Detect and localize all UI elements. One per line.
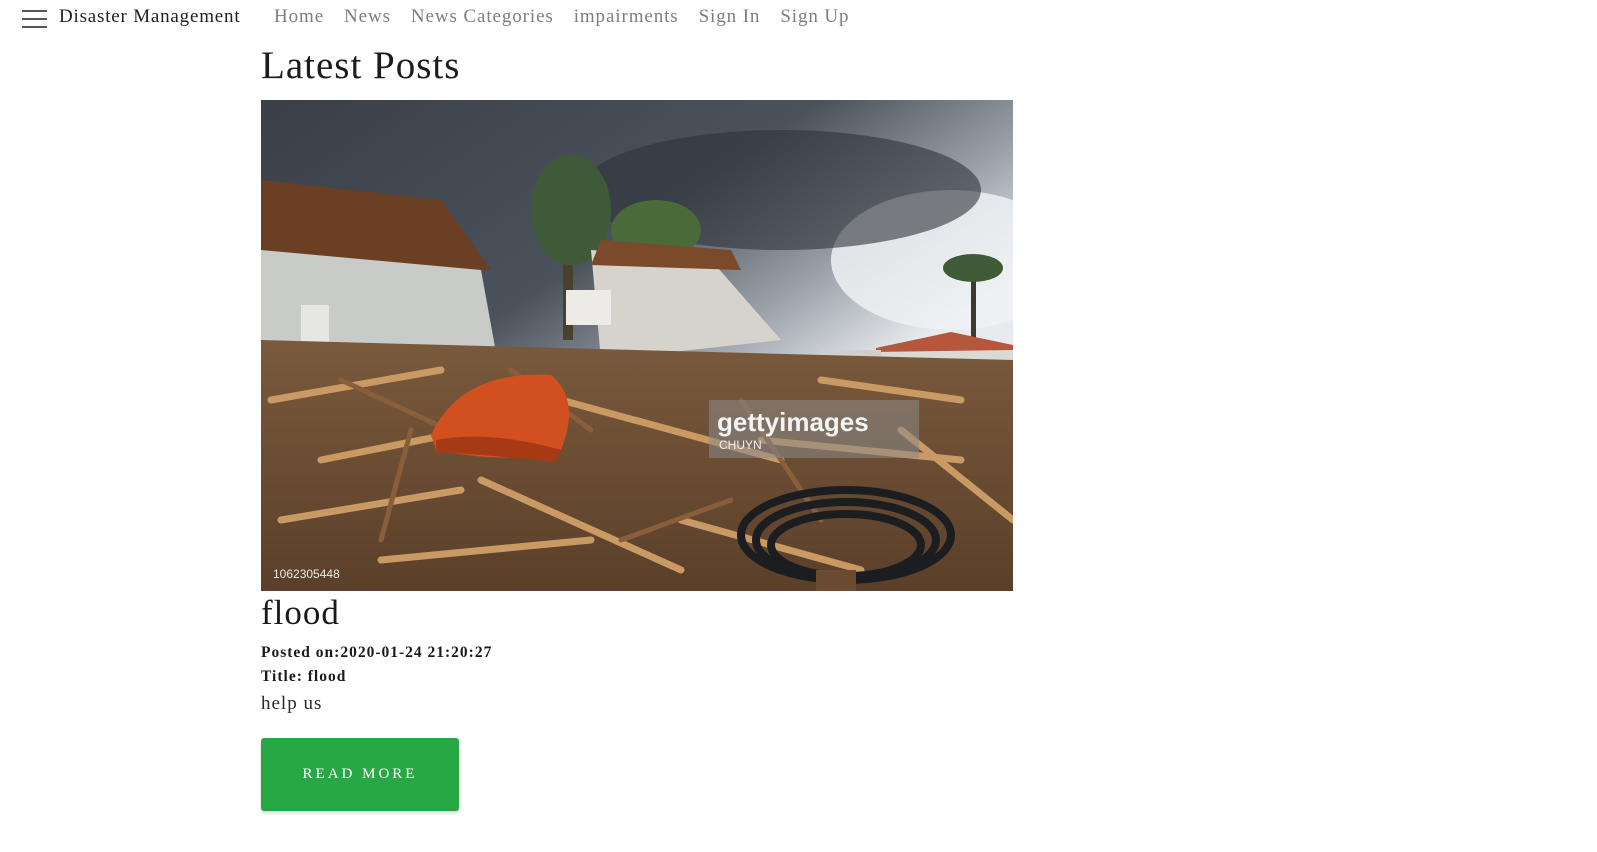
top-navbar: Disaster Management Home News News Categ… [0,0,1597,40]
read-more-button[interactable]: READ MORE [261,738,459,811]
nav-link-home[interactable]: Home [274,6,324,28]
nav-link-news[interactable]: News [344,6,391,28]
post-excerpt: help us [261,693,323,714]
disaster-debris-photo: gettyimages CHUYN 1062305448 [261,100,1013,591]
post-title[interactable]: flood [261,591,1013,635]
watermark-credit: CHUYN [719,438,762,452]
page-title: Latest Posts [261,44,461,87]
post-image[interactable]: gettyimages CHUYN 1062305448 [261,100,1013,591]
nav-link-news-categories[interactable]: News Categories [411,6,554,28]
nav-link-impairments[interactable]: impairments [574,6,679,28]
hamburger-menu-icon[interactable] [22,9,47,29]
watermark-text: gettyimages [717,407,869,437]
post-title-line: Title: flood [261,668,347,685]
brand-link[interactable]: Disaster Management [59,6,240,28]
post-date: Posted on:2020-01-24 21:20:27 [261,644,493,661]
nav-link-sign-up[interactable]: Sign Up [780,6,849,28]
main-content: Latest Posts gettyimages CHUYN 106230544… [261,40,1013,811]
nav-link-sign-in[interactable]: Sign In [699,6,761,28]
image-id: 1062305448 [273,567,340,581]
nav-links: Home News News Categories impairments Si… [274,6,869,28]
